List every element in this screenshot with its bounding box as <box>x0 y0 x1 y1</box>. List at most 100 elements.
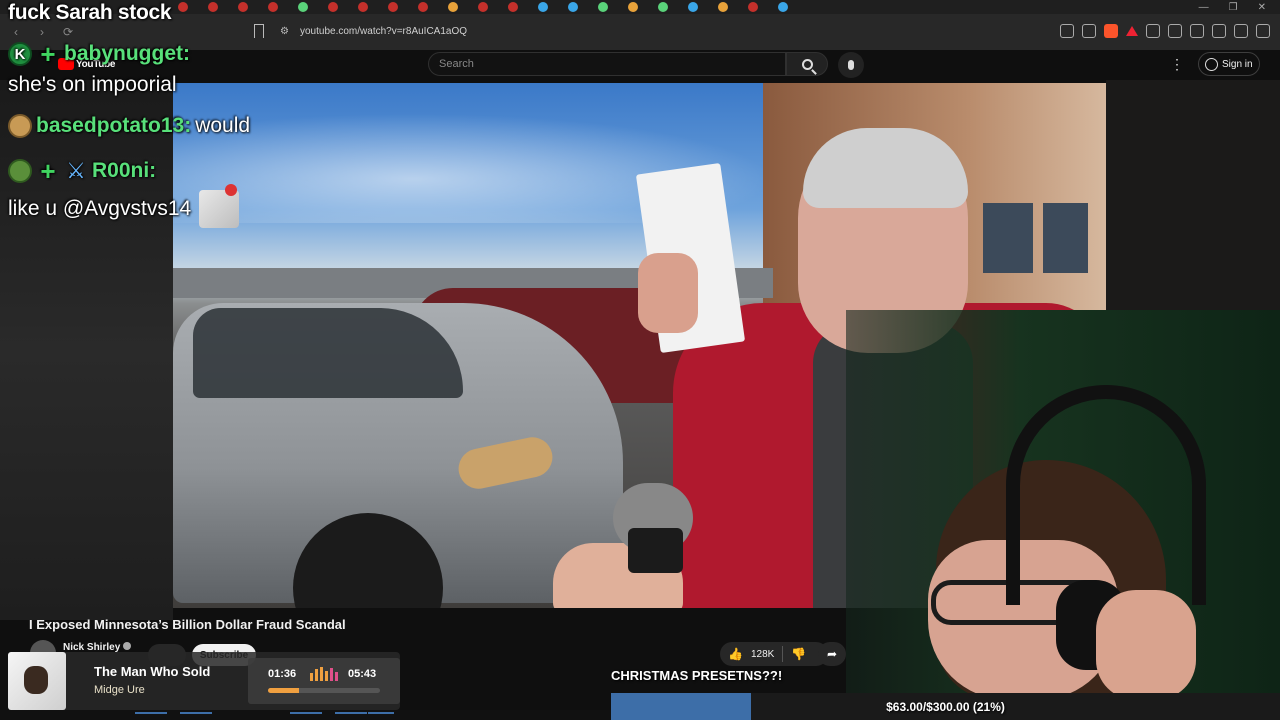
profile-icon[interactable] <box>1234 24 1248 38</box>
sign-in-button[interactable]: Sign in <box>1198 52 1260 76</box>
chat-username: basedpotato13: <box>36 114 192 137</box>
chat-text: would <box>195 114 251 137</box>
tab-favicon[interactable] <box>598 2 608 12</box>
chat-emote-icon <box>199 184 240 228</box>
maximize-button[interactable]: ❐ <box>1229 2 1238 13</box>
dislike-icon[interactable]: 👎 <box>791 647 806 661</box>
pepe-badge-icon <box>8 159 32 183</box>
elapsed-time: 01:36 <box>268 668 297 680</box>
video-building-window <box>983 203 1033 273</box>
visualizer-bar <box>325 671 328 681</box>
tab-favicon[interactable] <box>448 2 458 12</box>
divider <box>782 646 784 662</box>
song-progress-bar <box>268 688 380 693</box>
share-button[interactable]: ➦ <box>818 642 846 666</box>
plus-badge-icon: + <box>40 156 56 186</box>
strip-segment <box>335 712 367 714</box>
menu-icon[interactable] <box>1256 24 1270 38</box>
tab-favicon[interactable] <box>658 2 668 12</box>
user-icon <box>1205 57 1218 71</box>
now-playing-widget: The Man Who Sold Midge Ure 01:36 05:43 <box>8 652 400 710</box>
tab-favicon[interactable] <box>298 2 308 12</box>
visualizer-bar <box>330 668 333 681</box>
extension-icon[interactable] <box>1146 24 1160 38</box>
screen: — ❐ ✕ ‹ › ⟳ ⚙ youtube.com/watch?v=r8AuIC… <box>0 0 1280 720</box>
tab-favicon[interactable] <box>688 2 698 12</box>
goal-progress-bar: $63.00/$300.00 (21%) <box>611 693 1280 720</box>
more-options-icon[interactable]: ⋮ <box>1170 56 1184 73</box>
browser-tab-strip <box>0 0 1280 14</box>
tab-youtube-icon[interactable] <box>508 2 518 12</box>
microphone-icon <box>848 60 854 70</box>
like-count[interactable]: 128K <box>751 649 774 660</box>
visualizer-bar <box>310 673 313 681</box>
visualizer-bar <box>315 669 318 681</box>
tab-youtube-icon[interactable] <box>418 2 428 12</box>
chat-username: babynugget: <box>64 42 190 65</box>
bookmark-icon[interactable] <box>254 24 264 38</box>
total-time: 05:43 <box>348 668 377 680</box>
tab-youtube-icon[interactable] <box>208 2 218 12</box>
album-art-figure <box>24 666 48 694</box>
webcam-headphones <box>1006 385 1206 605</box>
tab-youtube-icon[interactable] <box>238 2 248 12</box>
video-title: I Exposed Minnesota’s Billion Dollar Fra… <box>29 617 346 632</box>
strip-segment <box>135 712 167 714</box>
audio-visualizer-icon <box>310 667 338 681</box>
extension-icon[interactable] <box>1082 24 1096 38</box>
reload-button[interactable]: ⟳ <box>58 22 78 42</box>
site-info-icon[interactable]: ⚙ <box>280 26 289 37</box>
minimize-button[interactable]: — <box>1199 2 1209 13</box>
now-playing-title: The Man Who Sold <box>94 664 211 679</box>
song-progress-fill <box>268 688 300 693</box>
wallet-icon[interactable] <box>1212 24 1226 38</box>
video-building-window <box>1043 203 1088 273</box>
tab-favicon[interactable] <box>568 2 578 12</box>
search-button[interactable] <box>786 52 828 76</box>
chat-message: + ⚔ R00ni: <box>8 156 156 186</box>
chat-message: K + babynugget: <box>8 41 190 67</box>
search-input[interactable]: Search <box>428 52 786 76</box>
tab-youtube-icon[interactable] <box>328 2 338 12</box>
brave-shield-icon[interactable] <box>1104 24 1118 38</box>
video-windshield <box>193 308 463 398</box>
back-button[interactable]: ‹ <box>6 22 26 42</box>
tab-favicon[interactable] <box>778 2 788 12</box>
window-controls: — ❐ ✕ <box>1199 0 1280 14</box>
extension-icon[interactable] <box>1060 24 1074 38</box>
brave-rewards-icon[interactable] <box>1126 26 1138 36</box>
chat-message: like u @Avgvstvs14 <box>8 184 240 228</box>
tab-youtube-icon[interactable] <box>388 2 398 12</box>
tab-youtube-icon[interactable] <box>748 2 758 12</box>
extension-icon[interactable] <box>1168 24 1182 38</box>
close-button[interactable]: ✕ <box>1258 2 1266 13</box>
tab-youtube-icon[interactable] <box>268 2 278 12</box>
now-playing-timer: 01:36 05:43 <box>248 658 400 704</box>
album-art <box>8 652 66 710</box>
strip-segment <box>290 712 322 714</box>
visualizer-bar <box>320 667 323 681</box>
tab-favicon[interactable] <box>538 2 548 12</box>
video-hand <box>638 253 698 333</box>
verified-icon <box>123 642 132 650</box>
tab-youtube-icon[interactable] <box>178 2 188 12</box>
like-dislike-group: 👍 128K 👎 <box>720 642 828 666</box>
right-backdrop <box>1106 80 1280 310</box>
url-field[interactable]: youtube.com/watch?v=r8AuICA1aOQ <box>300 26 467 37</box>
sword-badge-icon: ⚔ <box>66 158 86 183</box>
voice-search-button[interactable] <box>838 52 864 78</box>
search-icon <box>801 58 813 70</box>
chat-message: she's on impoorial <box>8 73 177 97</box>
tab-youtube-icon[interactable] <box>358 2 368 12</box>
goal-progress-text: $63.00/$300.00 (21%) <box>886 700 1005 714</box>
sign-in-label: Sign in <box>1222 58 1253 70</box>
tab-favicon[interactable] <box>628 2 638 12</box>
strip-segment <box>180 712 212 714</box>
tab-favicon[interactable] <box>718 2 728 12</box>
chat-text: like u @Avgvstvs14 <box>8 197 192 220</box>
visualizer-bar <box>335 672 338 681</box>
sidebar-icon[interactable] <box>1190 24 1204 38</box>
webcam-hand <box>1096 590 1196 694</box>
like-icon[interactable]: 👍 <box>728 647 743 661</box>
tab-youtube-icon[interactable] <box>478 2 488 12</box>
